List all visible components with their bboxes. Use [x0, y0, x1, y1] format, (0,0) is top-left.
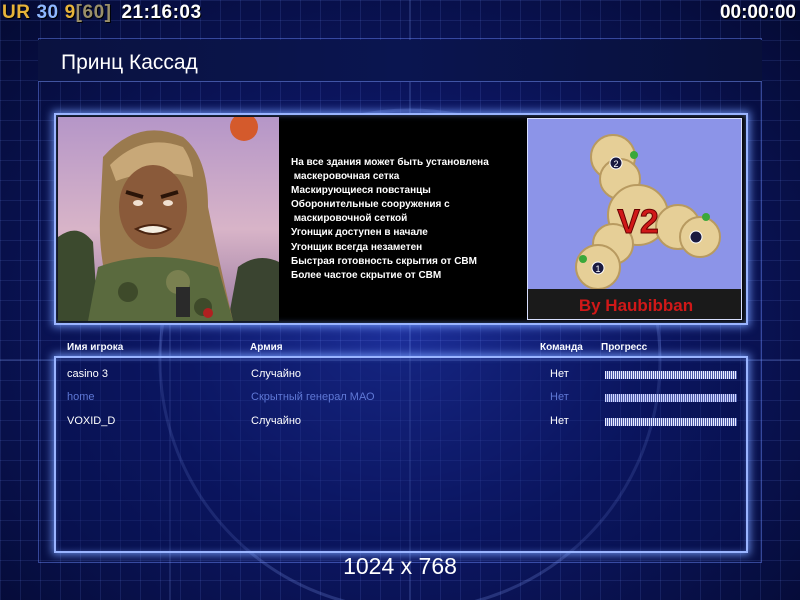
feature-item: Угонщик доступен в начале [291, 227, 428, 239]
player-list: casino 3 Случайно Нет home Скрытный гене… [54, 356, 748, 553]
feature-item: На все здания может быть установлена [291, 157, 489, 168]
player-army: Скрытный генерал МАО [251, 391, 375, 403]
map-credit-label: By Haubibban [579, 296, 693, 315]
player-progress-bar [605, 418, 737, 426]
player-army: Случайно [251, 415, 302, 427]
player-progress-bar [605, 394, 737, 402]
feature-item: Более частое скрытие от СВМ [291, 269, 442, 281]
header-team: Команда [540, 342, 583, 353]
start-position-2-label: 2 [613, 159, 618, 169]
player-row: casino 3 Случайно Нет [56, 365, 746, 385]
player-team: Нет [550, 391, 569, 403]
feature-item: Маскирующиеся повстанцы [291, 185, 431, 197]
player-progress-bar [605, 371, 737, 379]
map-version-label: V2 [617, 203, 659, 241]
map-preview[interactable]: 2 1 V2 By Haubibban [527, 118, 742, 320]
hud-rank: UR [2, 2, 31, 23]
hud-timer: 00:00:00 [719, 2, 796, 23]
start-position-1-label: 1 [595, 264, 600, 274]
feature-item: Угонщик всегда незаметен [291, 241, 423, 253]
feature-item: маскеровочная сетка [291, 171, 400, 183]
player-name: VOXID_D [67, 415, 116, 427]
header-player-name: Имя игрока [67, 342, 124, 353]
hud-value-c: [60] [75, 2, 112, 23]
hud-value-a: 30 [36, 2, 59, 23]
resolution-label: 1024 x 768 [343, 553, 457, 579]
feature-item: Оборонительные сооружения с [291, 199, 450, 211]
general-portrait [58, 117, 279, 321]
player-team: Нет [550, 415, 569, 427]
player-army: Случайно [251, 368, 302, 380]
player-row: home Скрытный генерал МАО Нет [56, 388, 746, 408]
player-team: Нет [550, 368, 569, 380]
header-progress: Прогресс [601, 342, 648, 353]
hud-value-b: 9 [64, 2, 76, 23]
player-name: home [67, 391, 95, 403]
feature-item: Быстрая готовность скрытия от СВМ [291, 255, 477, 267]
player-row: VOXID_D Случайно Нет [56, 412, 746, 432]
hud-clock: 21:16:03 [121, 2, 202, 23]
feature-item: маскировочной сеткой [291, 213, 408, 225]
map-features-list: На все здания может быть установлена мас… [291, 156, 489, 283]
header-army: Армия [250, 342, 283, 353]
map-title: Принц Кассад [61, 51, 198, 74]
hud-stats: UR 30 9 [60] 21:16:03 [2, 0, 202, 26]
player-name: casino 3 [67, 368, 108, 380]
